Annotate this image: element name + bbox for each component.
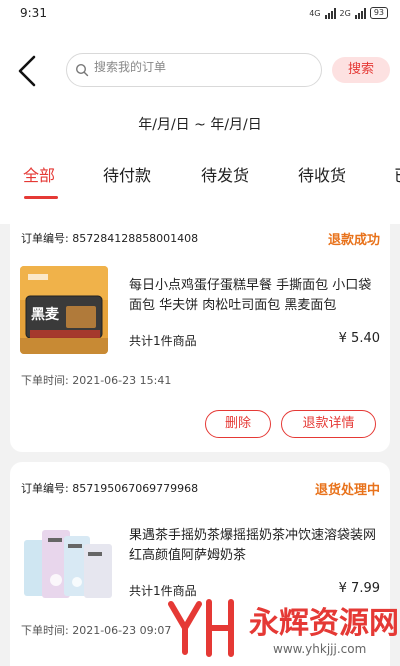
battery-icon: 93 bbox=[369, 7, 388, 19]
refund-details-button[interactable]: 退款详情 bbox=[281, 410, 376, 438]
product-name[interactable]: 每日小点鸡蛋仔蛋糕早餐 手撕面包 小口袋面包 华夫饼 肉松吐司面包 黑麦面包 bbox=[129, 276, 379, 316]
order-card[interactable]: 订单编号: 857284128858001408 退款成功 黑麦 每日小点鸡蛋仔… bbox=[10, 212, 390, 452]
header: 搜索 年/月/日 ~ 年/月/日 全部 待付款 待发货 待收货 已 bbox=[0, 28, 400, 224]
order-status: 退款成功 bbox=[327, 233, 380, 248]
tab-active-indicator bbox=[24, 196, 58, 199]
signal-icon bbox=[324, 7, 336, 19]
signal-icon-2 bbox=[354, 7, 366, 19]
order-number: 订单编号: 857284128858001408 bbox=[21, 232, 199, 245]
tab-all[interactable]: 全部 bbox=[23, 162, 55, 186]
product-image-label: 黑麦 bbox=[31, 307, 59, 323]
watermark-brand: 永辉资源网 bbox=[249, 606, 399, 641]
status-time: 9:31 bbox=[20, 6, 47, 20]
order-time: 下单时间: 2021-06-23 15:41 bbox=[21, 374, 172, 387]
tab-pending-payment[interactable]: 待付款 bbox=[103, 162, 151, 186]
search-icon bbox=[75, 63, 89, 77]
order-tabs: 全部 待付款 待发货 待收货 已 bbox=[0, 162, 400, 202]
order-status: 退货处理中 bbox=[314, 483, 380, 498]
chevron-left-icon bbox=[18, 55, 36, 87]
product-image[interactable] bbox=[20, 522, 116, 604]
network-4g-label: 4G bbox=[309, 8, 321, 18]
tab-completed[interactable]: 已 bbox=[394, 162, 400, 186]
watermark-logo: 永辉资源网 www.yhkjjj.com bbox=[165, 592, 400, 666]
network-2g-label: 2G bbox=[339, 8, 351, 18]
search-box[interactable] bbox=[66, 53, 322, 87]
order-number: 订单编号: 857195067069779968 bbox=[21, 482, 199, 495]
back-button[interactable] bbox=[14, 54, 42, 88]
status-icons: 4G 2G 93 bbox=[309, 7, 388, 19]
delete-button[interactable]: 删除 bbox=[205, 410, 271, 438]
product-image[interactable]: 黑麦 bbox=[20, 266, 108, 354]
tab-pending-receipt[interactable]: 待收货 bbox=[298, 162, 346, 186]
search-input[interactable] bbox=[94, 60, 294, 74]
date-range-picker[interactable]: 年/月/日 ~ 年/月/日 bbox=[0, 114, 400, 134]
status-bar: 9:31 4G 2G 93 bbox=[0, 0, 400, 28]
tab-pending-shipment[interactable]: 待发货 bbox=[201, 162, 249, 186]
milk-tea-packs-image bbox=[20, 522, 116, 604]
watermark-url: www.yhkjjj.com bbox=[273, 642, 367, 656]
order-price: ¥ 5.40 bbox=[338, 331, 380, 346]
order-time: 下单时间: 2021-06-23 09:07 bbox=[21, 624, 172, 637]
search-button[interactable]: 搜索 bbox=[332, 57, 390, 83]
item-count: 共计1件商品 bbox=[129, 334, 197, 348]
product-name[interactable]: 果遇茶手摇奶茶爆摇摇奶茶冲饮速溶袋装网红高颜值阿萨姆奶茶 bbox=[129, 526, 379, 566]
